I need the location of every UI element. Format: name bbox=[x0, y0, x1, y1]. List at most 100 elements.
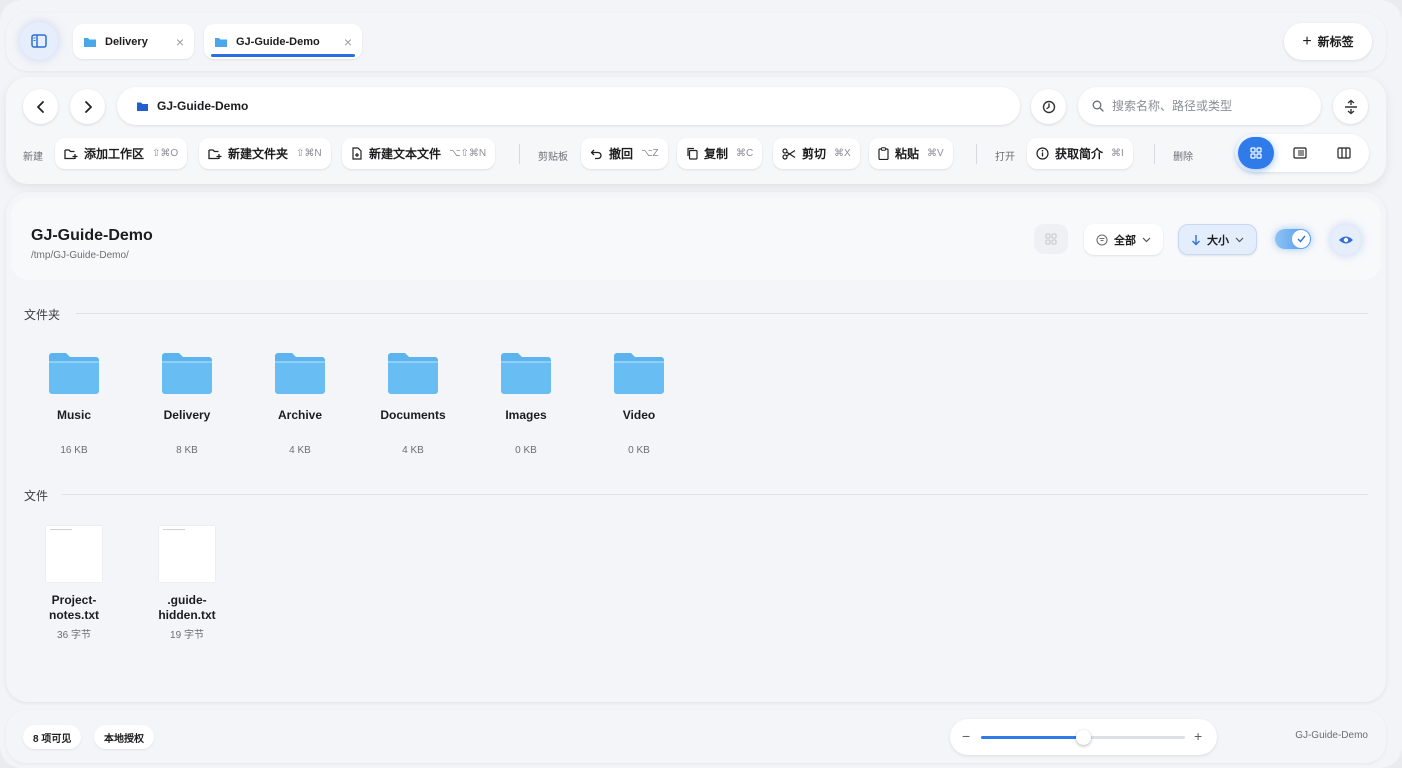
folder-name: Archive bbox=[277, 408, 323, 422]
checkmark-icon bbox=[1297, 235, 1306, 243]
folder-name: Documents bbox=[380, 408, 446, 422]
tab-gj-guide-demo[interactable]: GJ-Guide-Demo × bbox=[204, 24, 362, 59]
folder-icon bbox=[501, 353, 551, 394]
undo-icon bbox=[590, 149, 602, 159]
zoom-fill bbox=[981, 736, 1083, 739]
page-title: GJ-Guide-Demo bbox=[31, 227, 153, 244]
zoom-thumb[interactable] bbox=[1076, 730, 1091, 745]
arrow-down-icon bbox=[1192, 234, 1200, 245]
new-text-file-button[interactable]: 新建文本文件 ⌥⇧⌘N bbox=[342, 138, 496, 169]
preview-button[interactable] bbox=[1331, 225, 1361, 255]
divider bbox=[62, 494, 1368, 495]
list-view-button[interactable] bbox=[1282, 137, 1318, 169]
folder-size: 16 KB bbox=[60, 445, 88, 456]
new-folder-label: 新建文件夹 bbox=[228, 147, 289, 161]
grid-view-button[interactable] bbox=[1238, 137, 1274, 169]
close-icon[interactable]: × bbox=[176, 34, 184, 50]
history-button[interactable] bbox=[1031, 89, 1066, 124]
folder-item[interactable]: Delivery 8 KB bbox=[137, 350, 237, 456]
undo-label: 撤回 bbox=[609, 147, 634, 161]
add-workspace-button[interactable]: 添加工作区 ⇧⌘O bbox=[55, 138, 188, 169]
add-workspace-shortcut: ⇧⌘O bbox=[152, 148, 179, 159]
sidebar-toggle-button[interactable] bbox=[20, 22, 58, 60]
zoom-in-icon[interactable]: + bbox=[1194, 728, 1202, 744]
undo-button[interactable]: 撤回 ⌥Z bbox=[581, 138, 668, 169]
add-workspace-label: 添加工作区 bbox=[84, 147, 145, 161]
folder-size: 0 KB bbox=[628, 445, 650, 456]
visible-count-badge: 8 项可见 bbox=[23, 725, 82, 749]
zoom-track[interactable] bbox=[981, 730, 1185, 745]
folder-icon bbox=[137, 102, 148, 111]
search-box[interactable] bbox=[1078, 87, 1321, 125]
status-bar: 8 项可见 本地授权 − + GJ-Guide-Demo bbox=[6, 710, 1386, 763]
paste-label: 粘贴 bbox=[895, 147, 920, 161]
divider bbox=[1154, 144, 1155, 164]
sort-dropdown[interactable]: 大小 bbox=[1178, 224, 1257, 255]
folder-size: 4 KB bbox=[402, 445, 424, 456]
folder-size: 0 KB bbox=[515, 445, 537, 456]
new-folder-button[interactable]: 新建文件夹 ⇧⌘N bbox=[199, 138, 331, 169]
filter-icon bbox=[1096, 233, 1108, 246]
tab-delivery[interactable]: Delivery × bbox=[73, 24, 194, 59]
current-location: GJ-Guide-Demo bbox=[1295, 730, 1368, 741]
file-size: 36 字节 bbox=[57, 630, 91, 641]
folder-icon bbox=[49, 353, 99, 394]
split-view-button[interactable] bbox=[1333, 89, 1368, 124]
cut-shortcut: ⌘X bbox=[834, 148, 851, 159]
page-path: /tmp/GJ-Guide-Demo/ bbox=[31, 250, 129, 261]
file-item[interactable]: Project-notes.txt 36 字节 bbox=[24, 526, 124, 641]
grid-icon bbox=[1045, 233, 1057, 245]
tab-bar: Delivery × GJ-Guide-Demo × + 新标签 bbox=[6, 13, 1386, 71]
back-button[interactable] bbox=[23, 89, 58, 124]
get-info-button[interactable]: 获取简介 ⌘I bbox=[1027, 138, 1133, 169]
plus-icon: + bbox=[1302, 32, 1312, 50]
folder-item[interactable]: Music 16 KB bbox=[24, 350, 124, 456]
copy-shortcut: ⌘C bbox=[736, 148, 754, 159]
folder-item[interactable]: Archive 4 KB bbox=[250, 350, 350, 456]
address-path: GJ-Guide-Demo bbox=[157, 99, 249, 113]
chevron-left-icon bbox=[36, 100, 44, 113]
folder-item[interactable]: Documents 4 KB bbox=[363, 350, 463, 456]
view-mode-group bbox=[1235, 134, 1369, 172]
undo-shortcut: ⌥Z bbox=[641, 148, 659, 159]
copy-button[interactable]: 复制 ⌘C bbox=[677, 138, 763, 169]
grid-toggle-button[interactable] bbox=[1034, 224, 1068, 254]
section-title-folders: 文件夹 bbox=[24, 308, 61, 322]
zoom-slider[interactable]: − + bbox=[950, 719, 1217, 755]
grid-icon bbox=[1250, 147, 1262, 159]
cut-label: 剪切 bbox=[802, 147, 827, 161]
hidden-files-toggle[interactable] bbox=[1275, 229, 1311, 249]
divider bbox=[976, 144, 977, 164]
file-item[interactable]: .guide-hidden.txt 19 字节 bbox=[137, 526, 237, 641]
folder-size: 4 KB bbox=[289, 445, 311, 456]
eye-icon bbox=[1339, 236, 1353, 244]
zoom-out-icon[interactable]: − bbox=[962, 728, 970, 744]
cut-button[interactable]: 剪切 ⌘X bbox=[773, 138, 860, 169]
search-input[interactable] bbox=[1112, 99, 1302, 113]
new-tab-label: 新标签 bbox=[1317, 35, 1354, 49]
document-plus-icon bbox=[352, 147, 362, 160]
new-tab-button[interactable]: + 新标签 bbox=[1284, 23, 1372, 60]
new-folder-shortcut: ⇧⌘N bbox=[296, 148, 322, 159]
folder-plus-icon bbox=[64, 148, 78, 159]
columns-icon bbox=[1337, 147, 1351, 159]
close-icon[interactable]: × bbox=[344, 34, 352, 50]
chevron-right-icon bbox=[84, 100, 92, 113]
column-view-button[interactable] bbox=[1326, 137, 1362, 169]
file-name: .guide-hidden.txt bbox=[158, 593, 216, 622]
app-window: Delivery × GJ-Guide-Demo × + 新标签 GJ-Guid… bbox=[0, 0, 1402, 768]
file-name: Project-notes.txt bbox=[48, 593, 99, 622]
group-label-delete: 删除 bbox=[1173, 152, 1193, 163]
copy-icon bbox=[687, 147, 698, 160]
filter-dropdown[interactable]: 全部 bbox=[1084, 224, 1163, 255]
paste-button[interactable]: 粘贴 ⌘V bbox=[869, 138, 953, 169]
forward-button[interactable] bbox=[70, 89, 105, 124]
folder-name: Music bbox=[56, 408, 91, 422]
toggle-knob bbox=[1292, 230, 1310, 248]
folder-item[interactable]: Images 0 KB bbox=[476, 350, 576, 456]
folder-item[interactable]: Video 0 KB bbox=[589, 350, 689, 456]
toolbar: GJ-Guide-Demo 新建 bbox=[6, 77, 1386, 184]
local-auth-badge: 本地授权 bbox=[94, 725, 154, 749]
get-info-label: 获取简介 bbox=[1055, 147, 1104, 161]
address-bar[interactable]: GJ-Guide-Demo bbox=[117, 87, 1020, 125]
